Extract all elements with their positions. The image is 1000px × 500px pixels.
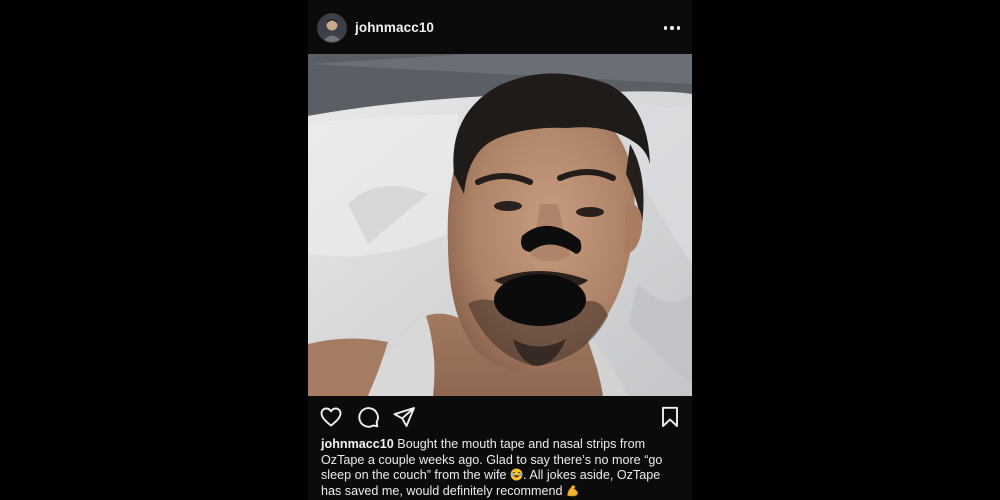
post-username[interactable]: johnmacc10 [355, 20, 434, 35]
caption-username[interactable]: johnmacc10 [321, 437, 394, 451]
post-header: johnmacc10 [308, 0, 692, 54]
more-options-icon[interactable] [660, 18, 684, 38]
flexed-biceps-emoji-icon [566, 484, 579, 497]
laughing-tears-emoji-icon [510, 468, 523, 481]
send-icon[interactable] [392, 405, 416, 429]
heart-icon[interactable] [319, 405, 343, 429]
post-actions-bar [308, 396, 692, 438]
comment-icon[interactable] [356, 405, 380, 429]
avatar[interactable] [318, 14, 346, 42]
post-photo[interactable] [308, 54, 692, 396]
screen: johnmacc10 johnmacc10 Bought the mouth t… [0, 0, 1000, 500]
bookmark-icon[interactable] [658, 405, 682, 429]
instagram-post: johnmacc10 johnmacc10 Bought the mouth t… [308, 0, 692, 500]
post-caption: johnmacc10 Bought the mouth tape and nas… [321, 437, 681, 499]
